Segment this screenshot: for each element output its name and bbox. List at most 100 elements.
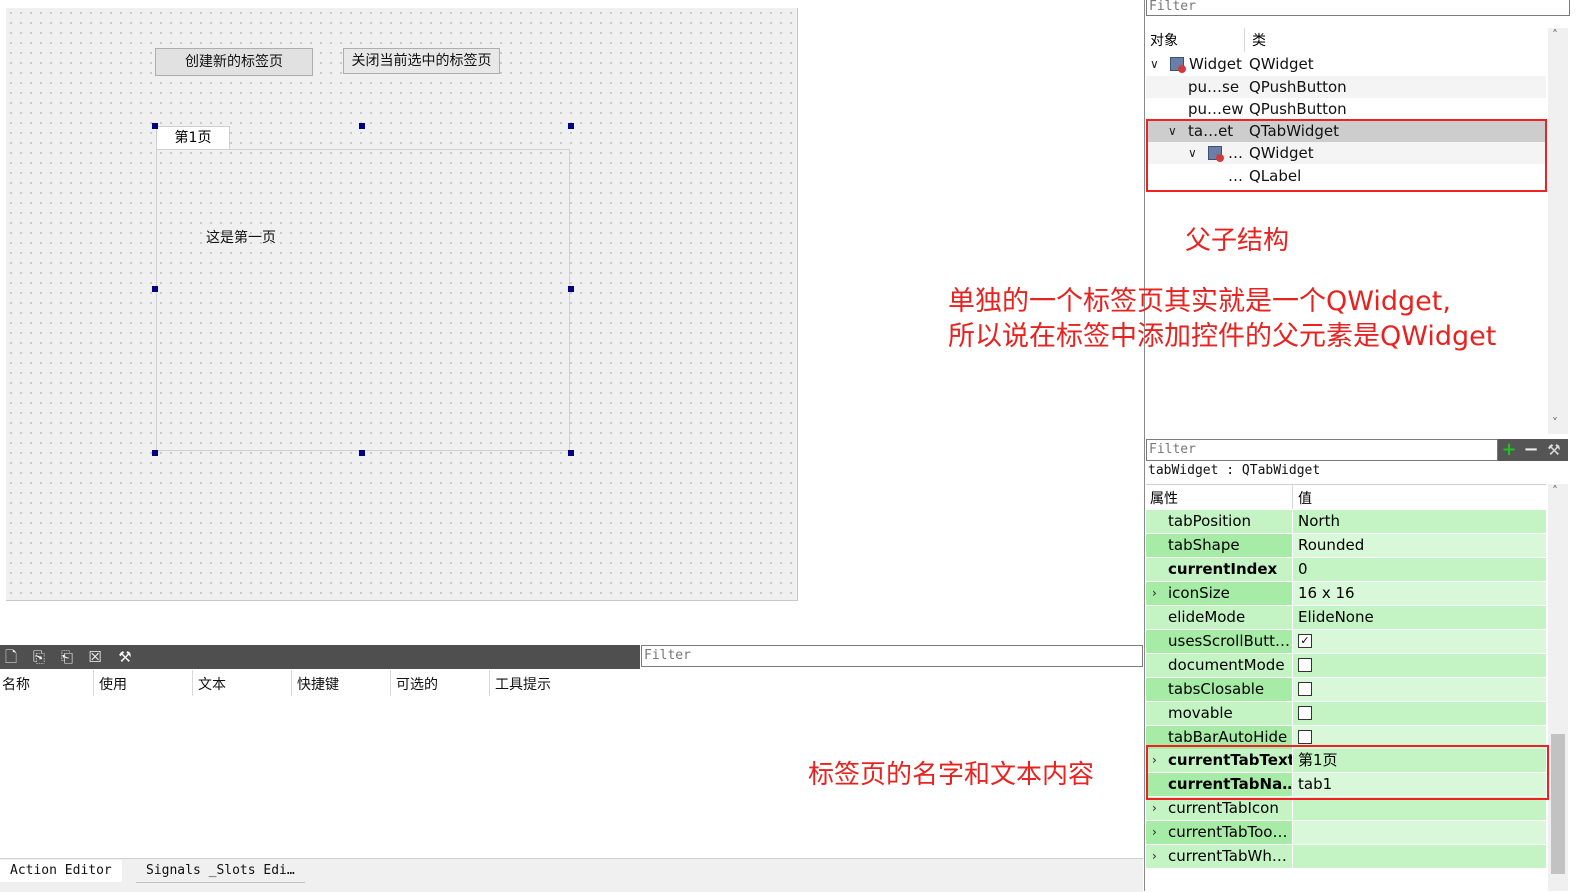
property-name: movable <box>1168 704 1233 722</box>
resize-handle[interactable] <box>568 450 574 456</box>
action-filter-input[interactable]: Filter <box>641 645 1143 667</box>
scroll-down-icon[interactable]: ˅ <box>1552 416 1558 430</box>
col-divider <box>291 670 292 696</box>
property-value[interactable]: ElideNone <box>1292 606 1546 629</box>
object-class: QPushButton <box>1249 78 1347 96</box>
tab-widget-pane[interactable] <box>156 149 570 451</box>
dock-splitter[interactable] <box>1144 0 1145 891</box>
property-name: tabsClosable <box>1168 680 1265 698</box>
bottom-dock-tabs: Action Editor Signals _Slots Edi… <box>0 858 1143 892</box>
property-value[interactable] <box>1292 821 1546 844</box>
property-name: currentIndex <box>1168 560 1278 578</box>
checkbox[interactable] <box>1298 729 1312 744</box>
configure-wrench-icon[interactable]: ⚒ <box>1544 440 1564 460</box>
tab-page1[interactable]: 第1页 <box>156 126 230 150</box>
resize-handle[interactable] <box>152 286 158 292</box>
property-value[interactable] <box>1292 702 1546 725</box>
checkbox[interactable] <box>1298 705 1312 720</box>
property-row[interactable]: › currentTabWh… <box>1146 845 1546 869</box>
col-text[interactable]: 文本 <box>198 674 226 694</box>
scroll-up-icon[interactable]: ˄ <box>1552 484 1558 498</box>
property-name: documentMode <box>1168 656 1285 674</box>
property-filter-input[interactable]: Filter <box>1146 439 1498 461</box>
col-divider <box>93 670 94 696</box>
paste-action-icon[interactable]: ⎗ <box>58 648 76 666</box>
property-value[interactable]: Rounded <box>1292 534 1546 557</box>
property-value[interactable]: 16 x 16 <box>1292 582 1546 605</box>
property-value[interactable] <box>1292 797 1546 820</box>
col-checkable[interactable]: 可选的 <box>396 674 438 694</box>
property-row[interactable]: elideMode ElideNone <box>1146 606 1546 630</box>
checkbox[interactable] <box>1298 657 1312 672</box>
property-value[interactable] <box>1292 678 1546 701</box>
property-name: iconSize <box>1168 584 1230 602</box>
resize-handle[interactable] <box>359 123 365 129</box>
chevron-down-icon[interactable]: ∨ <box>1150 53 1159 75</box>
col-object[interactable]: 对象 <box>1150 30 1178 50</box>
object-scrollbar[interactable]: ˄ ˅ <box>1548 28 1568 434</box>
tree-row-widget[interactable]: ∨ Widget QWidget <box>1146 53 1546 75</box>
checkbox-checked[interactable]: ✓ <box>1298 633 1312 648</box>
property-row[interactable]: movable <box>1146 702 1546 726</box>
highlight-box <box>1146 745 1549 800</box>
chevron-right-icon[interactable]: › <box>1152 821 1157 844</box>
object-filter-input[interactable]: Filter <box>1146 0 1570 16</box>
resize-handle[interactable] <box>152 450 158 456</box>
property-value[interactable] <box>1292 654 1546 677</box>
remove-property-icon[interactable]: − <box>1521 440 1541 460</box>
property-value[interactable]: ✓ <box>1292 630 1546 653</box>
property-row[interactable]: tabPosition North <box>1146 510 1546 534</box>
property-scrollbar[interactable]: ˄ <box>1548 484 1568 891</box>
col-class[interactable]: 类 <box>1252 30 1266 50</box>
close-tab-button[interactable]: 关闭当前选中的标签页 <box>343 48 500 74</box>
property-name: currentTabIcon <box>1168 799 1279 817</box>
col-property[interactable]: 属性 <box>1150 488 1178 508</box>
object-name: Widget <box>1189 55 1242 73</box>
resize-handle[interactable] <box>359 450 365 456</box>
col-shortcut[interactable]: 快捷键 <box>297 674 339 694</box>
create-tab-button[interactable]: 创建新的标签页 <box>155 48 313 76</box>
resize-handle[interactable] <box>568 286 574 292</box>
property-row[interactable]: documentMode <box>1146 654 1546 678</box>
object-inspector-header: 对象 类 <box>1146 28 1546 52</box>
object-class: QWidget <box>1249 55 1314 73</box>
add-property-icon[interactable]: + <box>1499 440 1519 460</box>
tab-action-editor[interactable]: Action Editor <box>0 860 122 882</box>
property-row[interactable]: currentIndex 0 <box>1146 558 1546 582</box>
checkbox[interactable] <box>1298 681 1312 696</box>
delete-action-icon[interactable]: ☒ <box>86 648 104 666</box>
scroll-up-icon[interactable]: ˄ <box>1552 28 1558 42</box>
col-value[interactable]: 值 <box>1298 488 1312 508</box>
resize-handle[interactable] <box>568 123 574 129</box>
chevron-right-icon[interactable]: › <box>1152 797 1157 820</box>
copy-action-icon[interactable]: ⎘ <box>30 648 48 666</box>
tab-signals-slots-editor[interactable]: Signals _Slots Edi… <box>136 860 305 883</box>
property-object-label: tabWidget : QTabWidget <box>1148 463 1321 478</box>
action-editor-toolbar: 🗋 ⎘ ⎗ ☒ ⚒ <box>0 645 640 669</box>
scrollbar-thumb[interactable] <box>1551 734 1565 874</box>
object-name: pu…ew <box>1188 100 1244 118</box>
col-name[interactable]: 名称 <box>2 674 30 694</box>
col-divider <box>1292 485 1293 509</box>
property-row[interactable]: usesScrollButt… ✓ <box>1146 630 1546 654</box>
resize-handle[interactable] <box>152 123 158 129</box>
chevron-right-icon[interactable]: › <box>1152 845 1157 868</box>
page-label: 这是第一页 <box>206 230 276 246</box>
col-divider <box>489 670 490 696</box>
col-tooltip[interactable]: 工具提示 <box>495 674 551 694</box>
chevron-right-icon[interactable]: › <box>1152 582 1157 605</box>
col-used[interactable]: 使用 <box>99 674 127 694</box>
property-row[interactable]: tabShape Rounded <box>1146 534 1546 558</box>
property-value[interactable] <box>1292 845 1546 868</box>
property-row[interactable]: tabsClosable <box>1146 678 1546 702</box>
col-divider <box>192 670 193 696</box>
property-row[interactable]: › currentTabToo… <box>1146 821 1546 845</box>
property-value[interactable]: 0 <box>1292 558 1546 581</box>
tree-row-pushbutton[interactable]: pu…ew QPushButton <box>1146 98 1546 120</box>
configure-wrench-icon[interactable]: ⚒ <box>116 648 134 666</box>
property-row[interactable]: › iconSize 16 x 16 <box>1146 582 1546 606</box>
tree-row-pushbutton[interactable]: pu…se QPushButton <box>1146 76 1546 98</box>
property-value[interactable]: North <box>1292 510 1546 533</box>
new-action-icon[interactable]: 🗋 <box>2 648 20 666</box>
property-row[interactable]: › currentTabIcon <box>1146 797 1546 821</box>
